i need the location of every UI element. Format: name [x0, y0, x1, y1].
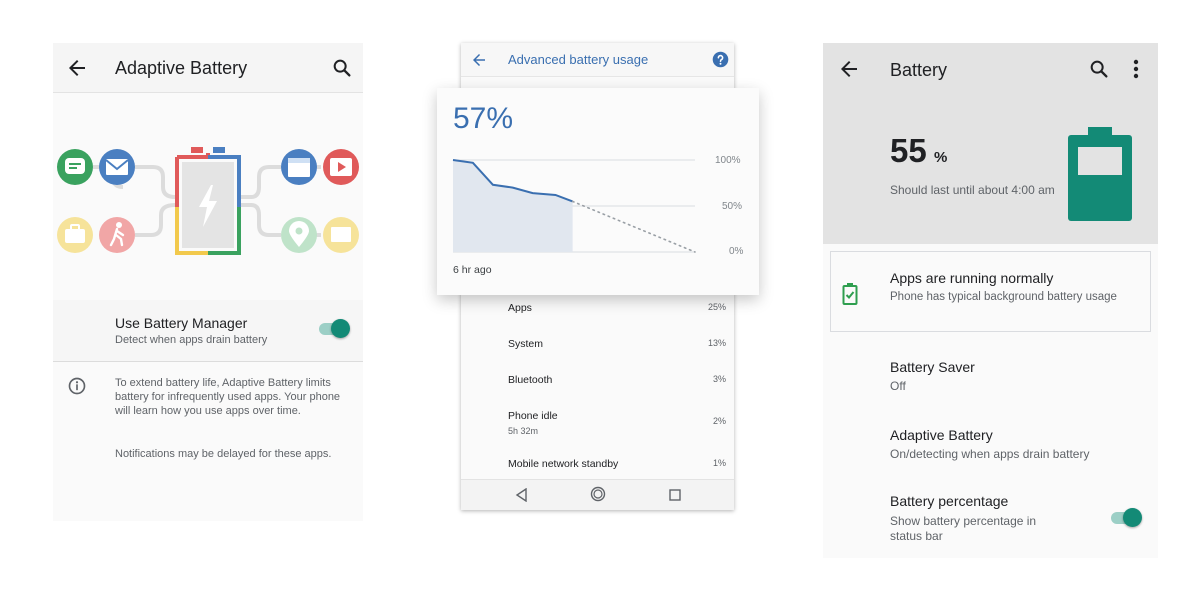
adaptive-battery-screen: Adaptive Battery Use Battery Manager Det… [53, 43, 363, 521]
back-arrow-icon[interactable] [65, 56, 89, 80]
usage-row-system[interactable]: System 13% [461, 338, 734, 372]
usage-value: 2% [712, 416, 726, 426]
play-icon [323, 149, 359, 185]
usage-sublabel: 5h 32m [508, 426, 539, 436]
info-text: To extend battery life, Adaptive Battery… [115, 377, 341, 417]
status-title: Apps are running normally [890, 270, 1054, 286]
status-subtitle: Phone has typical background battery usa… [890, 291, 1117, 303]
use-battery-manager-row[interactable]: Use Battery Manager Detect when apps dra… [53, 300, 363, 362]
usage-label: Apps [508, 302, 532, 314]
page-title: Battery [890, 60, 948, 80]
usage-row-apps[interactable]: Apps 25% [461, 302, 734, 336]
system-nav-bar [461, 479, 734, 510]
axis-label-0: 0% [729, 246, 744, 257]
usage-label: System [508, 338, 544, 350]
setting-subtitle: Off [890, 379, 906, 393]
nav-back-icon[interactable] [515, 488, 529, 502]
more-vert-icon[interactable] [1129, 58, 1143, 80]
battery-large-icon [1068, 127, 1132, 221]
search-icon[interactable] [1088, 58, 1110, 80]
app-bar: Advanced battery usage [461, 43, 734, 77]
back-arrow-icon[interactable] [470, 51, 488, 69]
adaptive-battery-row[interactable]: Adaptive Battery On/detecting when apps … [823, 421, 1158, 477]
battery-percentage-toggle[interactable] [1111, 508, 1142, 527]
app-bar: Adaptive Battery [53, 43, 363, 93]
setting-subtitle: Show battery percentage in status bar [890, 514, 1037, 543]
usage-value: 13% [707, 338, 726, 348]
mail-icon [99, 149, 135, 185]
axis-label-100: 100% [715, 155, 741, 166]
usage-label: Mobile network standby [508, 458, 619, 470]
page-title: Advanced battery usage [508, 52, 649, 67]
briefcase-icon [57, 217, 93, 253]
battery-bolt-icon [175, 147, 241, 255]
battery-level-unit: % [934, 149, 948, 166]
battery-status-card[interactable]: Apps are running normally Phone has typi… [830, 251, 1151, 332]
walking-person-icon [99, 217, 135, 253]
nav-recents-icon[interactable] [668, 488, 682, 502]
battery-history-card: 57% 100% 50% 0% 6 hr ago [437, 88, 759, 295]
battery-estimate: Should last until about 4:00 am [890, 183, 1055, 197]
axis-label-50: 50% [722, 201, 743, 212]
usage-value: 3% [712, 374, 726, 384]
adaptive-battery-illustration [57, 147, 359, 255]
toggle-thumb [331, 319, 350, 338]
usage-value: 25% [707, 302, 726, 312]
info-icon [68, 377, 86, 395]
chart-projection-line [571, 200, 696, 253]
chat-icon [57, 149, 93, 185]
info-note: Notifications may be delayed for these a… [115, 448, 332, 460]
battery-ok-icon [842, 283, 858, 305]
time-label: 6 hr ago [453, 264, 492, 276]
help-icon[interactable] [712, 51, 729, 68]
setting-title: Battery Saver [890, 359, 975, 375]
back-arrow-icon[interactable] [837, 57, 861, 81]
toggle-thumb [1123, 508, 1142, 527]
message-icon [323, 217, 359, 253]
usage-value: 1% [712, 458, 726, 468]
battery-manager-toggle[interactable] [319, 319, 350, 338]
setting-title: Adaptive Battery [890, 427, 993, 443]
setting-subtitle: On/detecting when apps drain battery [890, 447, 1090, 461]
usage-row-phone-idle[interactable]: Phone idle 5h 32m 2% [461, 410, 734, 444]
setting-subtitle: Detect when apps drain battery [115, 334, 268, 346]
battery-screen: Battery 55 % Should last until about 4:0… [823, 43, 1158, 558]
calendar-icon [281, 149, 317, 185]
usage-row-bluetooth[interactable]: Bluetooth 3% [461, 374, 734, 408]
battery-header: Battery 55 % Should last until about 4:0… [823, 43, 1158, 244]
usage-label: Phone idle [508, 410, 558, 422]
setting-title: Battery percentage [890, 493, 1009, 509]
nav-home-icon[interactable] [590, 486, 606, 502]
page-title: Adaptive Battery [115, 58, 248, 78]
battery-level: 55 [890, 132, 927, 169]
setting-title: Use Battery Manager [115, 315, 248, 331]
battery-percentage-row[interactable]: Battery percentage Show battery percenta… [823, 489, 1158, 555]
search-icon[interactable] [331, 57, 353, 79]
usage-label: Bluetooth [508, 374, 553, 386]
battery-saver-row[interactable]: Battery Saver Off [823, 353, 1158, 409]
map-pin-icon [281, 217, 317, 253]
chart-area-fill [453, 160, 573, 252]
